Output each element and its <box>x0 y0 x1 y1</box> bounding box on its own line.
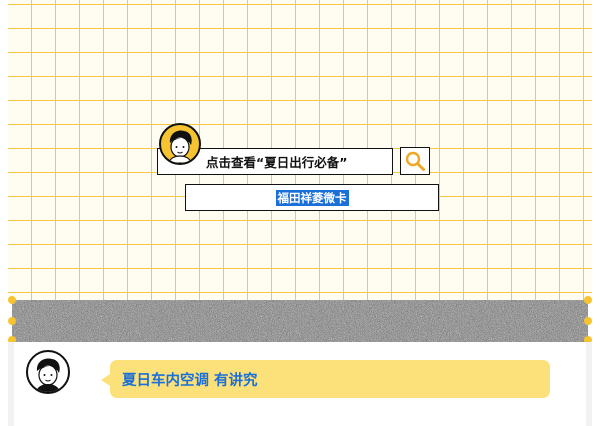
chat-avatar <box>26 350 70 394</box>
chat-section: 夏日车内空调 有讲究 <box>8 342 592 426</box>
magnifier-icon <box>405 151 425 171</box>
decorative-dot-icon <box>584 317 592 325</box>
noise-texture <box>12 300 588 342</box>
search-button[interactable] <box>400 147 430 175</box>
cartoon-person-icon <box>36 358 60 392</box>
noise-texture-band <box>12 300 588 342</box>
avatar <box>159 123 201 165</box>
search-prompt-text: 点击查看“夏日出行必备” <box>206 155 348 170</box>
cartoon-person-icon <box>168 130 192 163</box>
decorative-dot-icon <box>8 296 16 304</box>
result-field[interactable]: 福田祥菱微卡 <box>185 184 439 211</box>
selected-result-text[interactable]: 福田祥菱微卡 <box>275 189 349 206</box>
chat-message-text: 夏日车内空调 有讲究 <box>122 372 258 389</box>
decorative-dot-icon <box>8 317 16 325</box>
decorative-dot-icon <box>584 296 592 304</box>
chat-bubble: 夏日车内空调 有讲究 <box>101 360 550 398</box>
